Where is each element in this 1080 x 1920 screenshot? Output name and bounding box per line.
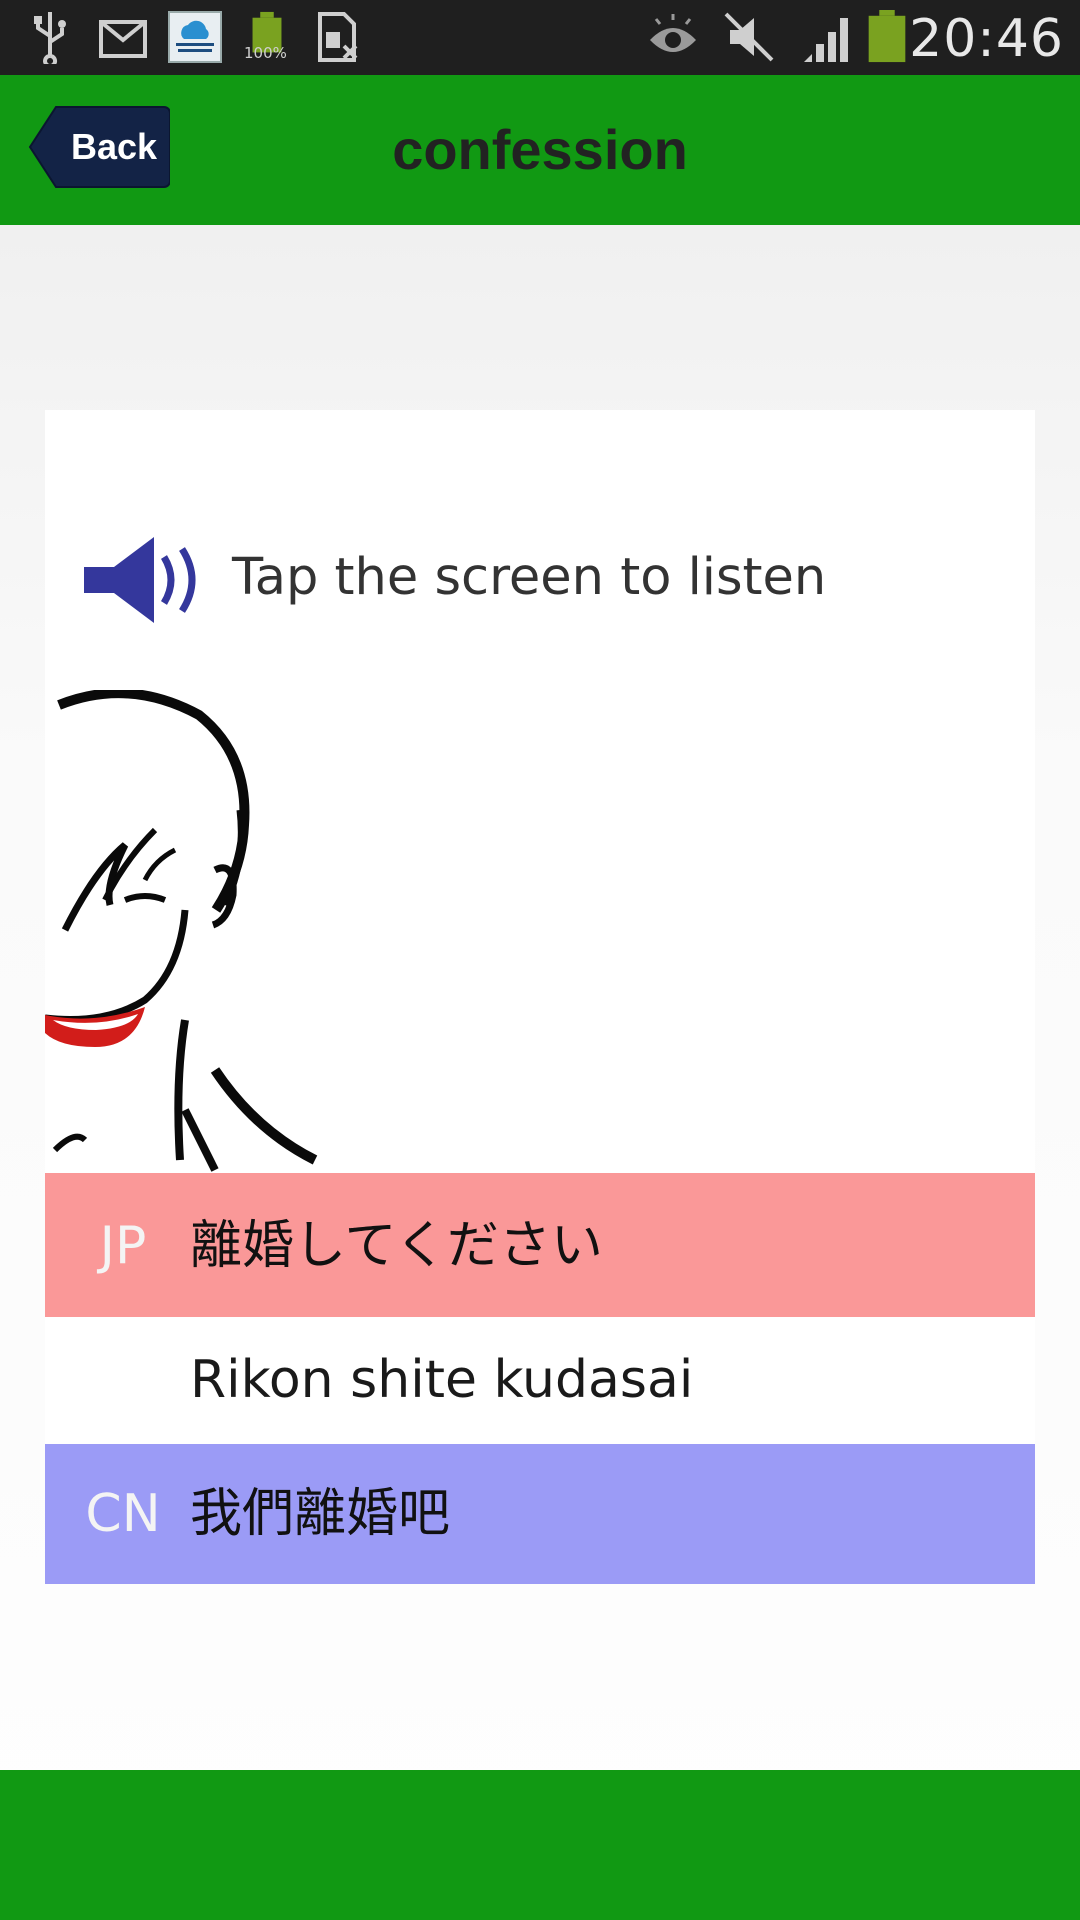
japanese-row: JP 離婚してください: [45, 1173, 1035, 1317]
romaji-row: Rikon shite kudasai: [45, 1317, 1035, 1444]
japanese-phrase: 離婚してください: [190, 1216, 603, 1276]
clock-time: 20:46: [909, 9, 1064, 69]
status-bar: 100% 20:46: [0, 0, 1080, 75]
eye-icon: [650, 14, 696, 52]
listen-prompt[interactable]: Tap the screen to listen: [80, 535, 980, 625]
sim-error-icon: [318, 12, 358, 62]
jp-tag: JP: [99, 1216, 147, 1276]
cn-tag: CN: [85, 1484, 161, 1544]
battery-icon: [868, 10, 906, 63]
gmail-icon: [99, 20, 147, 58]
chinese-row: CN 我們離婚吧: [45, 1444, 1035, 1584]
cloud-testing-icon: [168, 11, 222, 63]
listen-text: Tap the screen to listen: [232, 548, 827, 607]
signal-icon: [804, 18, 848, 62]
app-header: Back confession: [0, 75, 1080, 225]
person-illustration: [45, 690, 318, 1172]
mute-icon: [724, 12, 774, 62]
page-title: confession: [392, 118, 688, 181]
speaker-icon: [84, 537, 196, 623]
footer-bar: [0, 1770, 1080, 1920]
battery-badge: 100%: [244, 44, 287, 62]
romaji-phrase: Rikon shite kudasai: [190, 1350, 694, 1410]
usb-icon: [34, 12, 66, 64]
phrase-card[interactable]: Tap the screen to listen JP 離婚してください Rik…: [45, 410, 1035, 1584]
chinese-phrase: 我們離婚吧: [190, 1484, 451, 1544]
